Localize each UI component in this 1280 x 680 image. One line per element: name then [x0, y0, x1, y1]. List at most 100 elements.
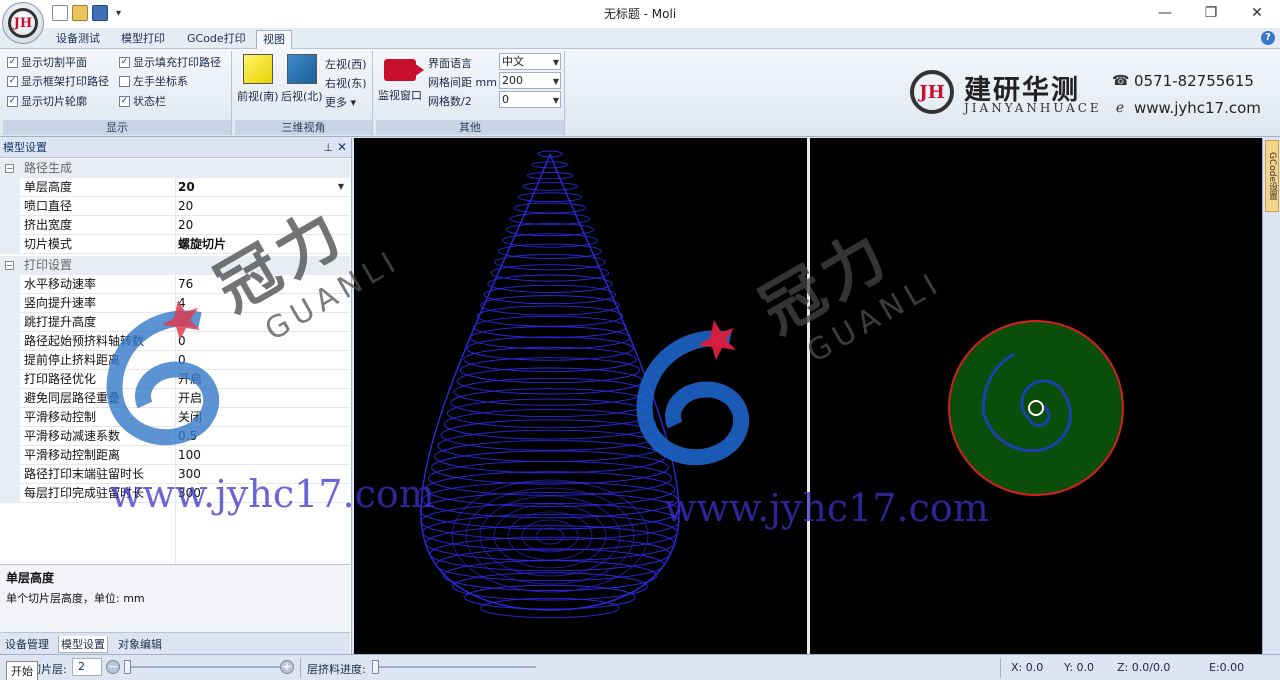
check-show-frame-path[interactable]: ✓ 显示框架打印路径	[7, 73, 109, 89]
tab-object-edit[interactable]: 对象编辑	[116, 636, 164, 652]
monitor-window-button[interactable]: 监视窗口	[378, 59, 424, 103]
extrusion-progress-track[interactable]	[372, 666, 536, 668]
camera-icon	[384, 59, 424, 81]
checkbox-icon[interactable]: ✓	[7, 75, 18, 87]
row-gutter	[0, 235, 20, 254]
divider	[300, 658, 301, 678]
company-website: ℯ www.jyhc17.com	[1112, 99, 1261, 117]
prop-row[interactable]: 路径打印末端驻留时长 300	[0, 465, 350, 484]
category-path-generation[interactable]: − 路径生成	[0, 159, 350, 178]
grid-spacing-label: 网格间距 mm	[428, 76, 497, 89]
back-view-button[interactable]: 后视(北)	[281, 54, 323, 104]
prop-value[interactable]: 300	[178, 484, 201, 502]
close-panel-icon[interactable]: ✕	[337, 138, 347, 157]
right-view-button[interactable]: 右视(东)	[325, 75, 367, 91]
prop-value[interactable]: 20	[178, 178, 195, 196]
pin-icon[interactable]: ⊥	[323, 138, 333, 157]
extrusion-progress-thumb[interactable]	[372, 660, 379, 674]
ribbon-group-other: 监视窗口 界面语言 中文 ▼ 网格间距 mm 200 ▼ 网格数/2 0 ▼ 其他	[376, 51, 565, 135]
application-menu-button[interactable]: JH	[2, 2, 44, 44]
tab-gcode-settings[interactable]: GCode设置	[1265, 140, 1279, 212]
checkbox-icon[interactable]: ✓	[119, 95, 130, 107]
mesh-base-ring	[465, 487, 635, 585]
prop-value[interactable]: 20	[178, 197, 193, 215]
grid-spacing-select[interactable]: 200 ▼	[499, 72, 561, 89]
row-gutter	[0, 216, 20, 235]
divider	[175, 178, 176, 197]
slice-layer-input[interactable]: 2	[72, 658, 102, 676]
group-caption-3d-view: 三维视角	[235, 120, 372, 135]
tab-device-management[interactable]: 设备管理	[3, 636, 51, 652]
tab-gcode-print[interactable]: GCode打印	[181, 30, 252, 49]
check-show-cut-plane[interactable]: ✓ 显示切割平面	[7, 54, 87, 70]
grid-count-select[interactable]: 0 ▼	[499, 91, 561, 108]
checkbox-icon[interactable]: ✓	[7, 56, 18, 68]
prop-row[interactable]: 每层打印完成驻留时长 300	[0, 484, 350, 503]
tab-view[interactable]: 视图	[256, 30, 292, 49]
front-view-button[interactable]: 前视(南)	[237, 54, 279, 104]
monitor-window-label: 监视窗口	[378, 89, 422, 102]
category-print-settings[interactable]: − 打印设置	[0, 256, 350, 275]
prop-name: 挤出宽度	[24, 218, 73, 232]
prop-value[interactable]: 76	[178, 275, 193, 293]
more-views-button[interactable]: 更多 ▾	[325, 94, 356, 110]
prop-row-extrusion-width[interactable]: 挤出宽度 20	[0, 216, 350, 235]
mesh-layer-ring	[419, 492, 681, 530]
checkbox-icon[interactable]: ✓	[7, 95, 18, 107]
grid-count-label: 网格数/2	[428, 95, 472, 108]
window-title: 无标题 - Moli	[603, 7, 677, 21]
prop-row[interactable]: 水平移动速率 76	[0, 275, 350, 294]
language-select[interactable]: 中文 ▼	[499, 53, 561, 70]
minimize-button[interactable]: —	[1142, 2, 1188, 24]
tab-model-settings[interactable]: 模型设置	[58, 636, 108, 653]
prop-value[interactable]: 20	[178, 216, 193, 234]
help-icon[interactable]: ?	[1261, 31, 1275, 45]
slice-layer-slider-thumb[interactable]	[124, 660, 131, 674]
check-show-slice-outline[interactable]: ✓ 显示切片轮廓	[7, 93, 87, 109]
prop-row-nozzle-diameter[interactable]: 喷口直径 20	[0, 197, 350, 216]
description-title: 单层高度	[6, 571, 55, 585]
back-view-cube-icon	[286, 54, 317, 84]
tab-device-test[interactable]: 设备测试	[50, 30, 106, 49]
chevron-down-icon: ▼	[552, 58, 559, 67]
maximize-button[interactable]: ❐	[1188, 2, 1234, 24]
mesh-layer-ring	[513, 202, 587, 214]
watermark-logo-icon	[106, 300, 220, 446]
prop-row-layer-height[interactable]: 单层高度 20 ▼	[0, 178, 350, 197]
slice-disk	[948, 320, 1124, 496]
panel-tab-bar: 设备管理 模型设置 对象编辑	[0, 632, 350, 654]
prop-value[interactable]: 螺旋切片	[178, 235, 226, 253]
prop-value[interactable]: 300	[178, 465, 201, 483]
slice-layer-slider-track[interactable]	[124, 666, 280, 668]
minus-button[interactable]: −	[106, 660, 120, 674]
check-status-bar[interactable]: ✓ 状态栏	[119, 93, 166, 109]
check-left-hand-coords[interactable]: 左手坐标系	[119, 73, 188, 89]
checkbox-icon[interactable]	[119, 75, 130, 87]
chevron-down-icon[interactable]: ▼	[334, 180, 348, 194]
panel-header: 模型设置 ⊥ ✕	[0, 138, 351, 158]
close-button[interactable]: ✕	[1234, 2, 1280, 24]
prop-name: 路径打印末端驻留时长	[24, 467, 145, 481]
watermark-logo-icon	[636, 320, 750, 466]
phone-contact-icon: ☎	[1112, 73, 1130, 89]
divider	[175, 216, 176, 235]
slice-top-view	[948, 320, 1124, 496]
description-text: 单个切片层高度，单位: mm	[6, 592, 145, 605]
check-show-fill-path[interactable]: ✓ 显示填充打印路径	[119, 54, 221, 70]
company-logo: JH	[910, 70, 954, 114]
left-view-button[interactable]: 左视(西)	[325, 56, 367, 72]
row-gutter	[0, 389, 20, 408]
prop-row-slice-mode[interactable]: 切片模式 螺旋切片	[0, 235, 350, 254]
tab-model-print[interactable]: 模型打印	[115, 30, 171, 49]
checkbox-icon[interactable]: ✓	[119, 56, 130, 68]
slice-viewport[interactable]	[810, 138, 1262, 654]
row-gutter	[0, 294, 20, 313]
collapse-icon[interactable]: −	[5, 164, 14, 173]
divider	[175, 465, 176, 484]
ribbon-body: ✓ 显示切割平面 ✓ 显示框架打印路径 ✓ 显示切片轮廓 ✓ 显示填充打印路径 左手坐标…	[0, 49, 1280, 137]
language-value: 中文	[502, 55, 524, 68]
website-text: www.jyhc17.com	[1134, 99, 1261, 117]
collapse-icon[interactable]: −	[5, 261, 14, 270]
plus-button[interactable]: +	[280, 660, 294, 674]
divider	[1000, 658, 1001, 678]
